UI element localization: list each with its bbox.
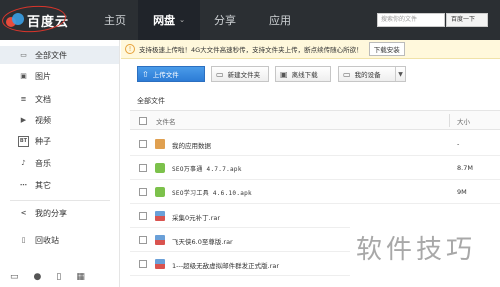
- new-folder-button[interactable]: ▭ 新建文件夹: [211, 66, 269, 82]
- offline-download-button[interactable]: ▣ 离线下载: [275, 66, 331, 82]
- trash-icon: ▯: [21, 236, 26, 244]
- file-name[interactable]: SEO万事通 4.7.7.apk: [172, 164, 242, 173]
- nav-netdisk[interactable]: 网盘 ⌄: [138, 0, 200, 40]
- share-icon: <: [20, 209, 27, 217]
- offline-download-button-label: 离线下载: [291, 71, 318, 79]
- sidebar-item-my-shares[interactable]: < 我的分享: [0, 204, 119, 222]
- sidebar-item-images[interactable]: ▣ 图片: [0, 67, 119, 85]
- column-divider: [449, 114, 450, 127]
- breadcrumb[interactable]: 全部文件: [137, 96, 165, 106]
- notice-bar: ! 支持极速上传啦！4G大文件高速秒传，支持文件夹上传，断点续传随心所欲！ 下载…: [121, 40, 500, 59]
- table-row[interactable]: 我的应用数据 -: [130, 132, 500, 156]
- android-icon[interactable]: ●: [34, 272, 42, 282]
- computer-icon[interactable]: ▭: [10, 272, 19, 282]
- nav-netdisk-label: 网盘: [153, 14, 176, 27]
- sidebar-item-label: 我的分享: [35, 208, 67, 218]
- sidebar-item-torrents[interactable]: BT 种子: [0, 132, 119, 150]
- select-all-checkbox[interactable]: [139, 117, 147, 125]
- download-install-button[interactable]: 下载安装: [368, 42, 405, 56]
- sidebar-item-label: 文档: [35, 94, 51, 104]
- apk-icon: [155, 187, 165, 197]
- nav-apps[interactable]: 应用: [258, 0, 302, 40]
- row-checkbox[interactable]: [139, 260, 147, 268]
- info-icon: !: [125, 44, 135, 54]
- rar-icon: [155, 259, 165, 269]
- sidebar-item-label: 全部文件: [35, 50, 67, 60]
- bt-icon: BT: [18, 135, 29, 147]
- file-name[interactable]: 1---超级无敌虚拟邮件群发正式版.rar: [172, 260, 279, 270]
- row-checkbox[interactable]: [139, 164, 147, 172]
- chevron-down-icon[interactable]: ▼: [395, 67, 405, 81]
- sidebar-item-recycle-bin[interactable]: ▯ 回收站: [0, 231, 119, 249]
- upload-button-label: 上传文件: [152, 71, 179, 79]
- sidebar-item-label: 种子: [35, 136, 51, 146]
- file-size: 9M: [457, 188, 467, 196]
- sidebar-item-documents[interactable]: ≡ 文档: [0, 90, 119, 108]
- new-folder-icon: ▭: [216, 69, 224, 79]
- nav-share[interactable]: 分享: [205, 0, 245, 40]
- image-icon: ▣: [20, 72, 27, 80]
- music-icon: ♪: [21, 159, 26, 167]
- folder-icon: ▭: [20, 51, 27, 59]
- sidebar-item-videos[interactable]: ▶ 视频: [0, 111, 119, 129]
- file-size: -: [457, 140, 460, 148]
- sidebar-item-label: 视频: [35, 115, 51, 125]
- document-icon: ≡: [20, 95, 27, 103]
- file-size: 8.7M: [457, 164, 473, 172]
- watermark-text: 软件技巧: [356, 235, 477, 265]
- sidebar-item-label: 回收站: [35, 235, 59, 245]
- table-row[interactable]: SEO万事通 4.7.7.apk 8.7M: [130, 156, 500, 180]
- table-row[interactable]: SEO学习工具 4.6.10.apk 9M: [130, 180, 500, 204]
- file-name[interactable]: 飞天侠6.0至尊版.rar: [172, 236, 233, 246]
- new-folder-button-label: 新建文件夹: [227, 71, 261, 79]
- sidebar-divider: [10, 200, 110, 201]
- video-icon: ▶: [20, 116, 27, 124]
- nav-apps-label: 应用: [269, 14, 291, 27]
- phone-icon[interactable]: ▯: [56, 272, 61, 282]
- row-checkbox[interactable]: [139, 236, 147, 244]
- top-navigation-bar: 百度云 主页 网盘 ⌄ 分享 应用 搜索你的文件 百度一下: [0, 0, 500, 40]
- row-checkbox[interactable]: [139, 140, 147, 148]
- notice-text: 支持极速上传啦！4G大文件高速秒传，支持文件夹上传，断点续传随心所欲！: [139, 46, 363, 54]
- nav-home-label: 主页: [104, 14, 126, 27]
- search-input[interactable]: 搜索你的文件: [377, 13, 445, 27]
- table-row[interactable]: 采集0元补丁.rar: [130, 204, 500, 228]
- nav-home[interactable]: 主页: [95, 0, 135, 40]
- device-icon: ▭: [343, 69, 351, 79]
- folder-icon: [155, 139, 165, 149]
- download-icon: ▣: [280, 69, 288, 79]
- file-name[interactable]: 我的应用数据: [172, 140, 211, 150]
- row-checkbox[interactable]: [139, 188, 147, 196]
- file-name[interactable]: 采集0元补丁.rar: [172, 212, 220, 222]
- sidebar-item-label: 图片: [35, 71, 51, 81]
- sidebar-footer: ▭ ● ▯ ▦: [0, 266, 119, 287]
- rar-icon: [155, 211, 165, 221]
- column-header-size[interactable]: 大小: [457, 116, 470, 126]
- search-button[interactable]: 百度一下: [446, 13, 488, 27]
- chevron-down-icon: ⌄: [179, 16, 185, 24]
- nav-share-label: 分享: [214, 14, 236, 27]
- upload-button[interactable]: ⇧ 上传文件: [137, 66, 205, 82]
- rar-icon: [155, 235, 165, 245]
- sidebar-item-music[interactable]: ♪ 音乐: [0, 154, 119, 172]
- sidebar-item-label: 其它: [35, 180, 51, 190]
- sidebar-item-label: 音乐: [35, 158, 51, 168]
- my-devices-button-label: 我的设备: [354, 71, 381, 79]
- apps-icon[interactable]: ▦: [76, 272, 85, 282]
- apk-icon: [155, 163, 165, 173]
- row-checkbox[interactable]: [139, 212, 147, 220]
- other-icon: ⋯: [20, 181, 27, 189]
- file-name[interactable]: SEO学习工具 4.6.10.apk: [172, 188, 252, 197]
- file-table-header: 文件名 大小: [130, 110, 500, 130]
- my-devices-button[interactable]: ▭ 我的设备 ▼: [338, 66, 406, 82]
- sidebar-item-other[interactable]: ⋯ 其它: [0, 176, 119, 194]
- column-header-name[interactable]: 文件名: [156, 116, 176, 126]
- upload-icon: ⇧: [142, 69, 149, 79]
- sidebar-item-all-files[interactable]: ▭ 全部文件: [0, 46, 119, 64]
- sidebar: ▭ 全部文件 ▣ 图片 ≡ 文档 ▶ 视频 BT 种子 ♪ 音乐 ⋯ 其它 < …: [0, 40, 120, 287]
